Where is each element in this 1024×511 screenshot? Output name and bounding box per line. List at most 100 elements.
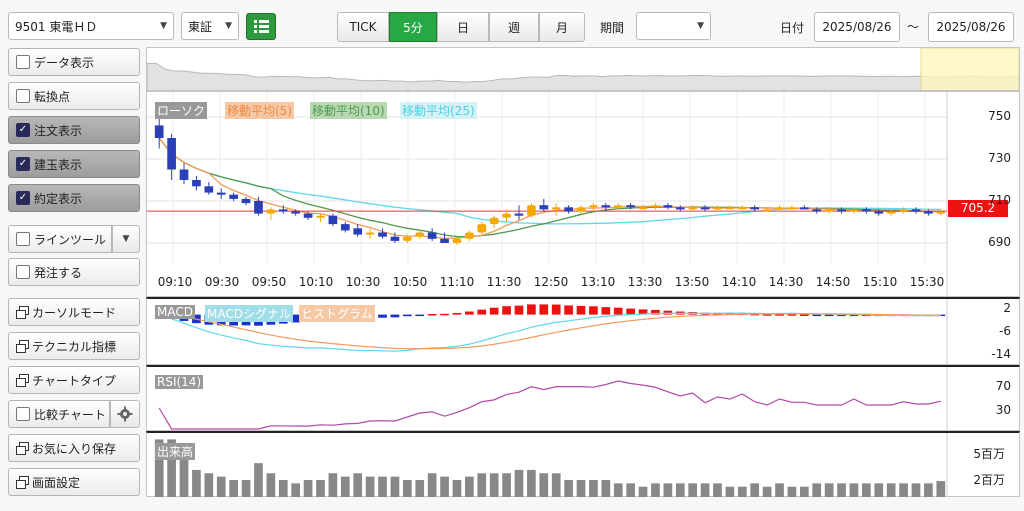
screen-settings-label: 画面設定 [32, 475, 81, 490]
volume-bar [725, 486, 735, 497]
candle-body [179, 169, 189, 180]
volume-bar [465, 476, 474, 497]
line-tool-label: ラインツール [34, 232, 107, 247]
price-chart [147, 92, 948, 298]
volume-bar [477, 473, 487, 497]
tab-week[interactable]: 週 [489, 12, 539, 42]
x-tick-label: 14:10 [721, 275, 757, 289]
tab-label: 日 [456, 20, 469, 35]
volume-bar [241, 479, 251, 497]
volume-panel[interactable]: 出来高 5百万 2百万 [146, 431, 1020, 497]
volume-bar [663, 483, 673, 497]
position-display-label: 建玉表示 [34, 157, 83, 172]
tab-5min[interactable]: 5分 [389, 12, 437, 42]
candle-body [254, 201, 263, 214]
order-display-toggle[interactable]: ✓ 注文表示 [8, 116, 140, 144]
candle-body [626, 205, 635, 208]
data-display-toggle[interactable]: データ表示 [8, 48, 140, 76]
market-select[interactable]: 東証 ▼ [181, 12, 239, 40]
candle-body [266, 209, 276, 214]
y-tick-label: 2百万 [973, 473, 1005, 488]
volume-bar [527, 469, 536, 497]
volume-bar [551, 473, 561, 497]
compare-chart-toggle[interactable]: 比較チャート [8, 400, 110, 428]
turning-point-toggle[interactable]: 転換点 [8, 82, 140, 110]
volume-bar [874, 483, 884, 497]
candle-body [688, 207, 698, 210]
chart-type-button[interactable]: チャートタイプ [8, 366, 140, 394]
position-display-toggle[interactable]: ✓ 建玉表示 [8, 150, 140, 178]
candle-body [291, 211, 301, 214]
volume-bar [216, 476, 226, 497]
volume-bar [849, 483, 859, 497]
histogram-bar [514, 305, 524, 315]
date-to-input[interactable]: 2025/08/26 [928, 12, 1014, 42]
volume-bar [328, 473, 338, 497]
compare-settings-button[interactable] [110, 400, 140, 428]
macd-panel[interactable]: MACD MACDシグナル ヒストグラム 2 -6 -14 [146, 297, 1020, 365]
technical-indicator-button[interactable]: テクニカル指標 [8, 332, 140, 360]
rsi-line [158, 380, 941, 430]
tab-day[interactable]: 日 [437, 12, 489, 42]
overview-selection[interactable] [920, 48, 1019, 91]
volume-bar [415, 479, 425, 497]
candle-body [725, 207, 735, 210]
volume-bar [378, 476, 387, 497]
volume-bar [576, 479, 586, 497]
legend-volume: 出来高 [155, 443, 196, 460]
screen-settings-button[interactable]: 画面設定 [8, 468, 140, 496]
date-from-input[interactable]: 2025/08/26 [814, 12, 900, 42]
execution-display-toggle[interactable]: ✓ 約定表示 [8, 184, 140, 212]
candle-body [812, 209, 822, 212]
place-order-label: 発注する [34, 265, 83, 280]
cursor-mode-button[interactable]: カーソルモード [8, 298, 140, 326]
y-tick-label: 690 [988, 235, 1011, 249]
x-tick-label: 12:50 [533, 275, 569, 289]
histogram-bar [415, 314, 425, 317]
volume-bar [316, 479, 325, 497]
histogram-bar [589, 306, 598, 315]
volume-bar [924, 483, 933, 497]
tab-tick[interactable]: TICK [337, 12, 389, 42]
tab-month[interactable]: 月 [539, 12, 585, 42]
candle-body [229, 194, 238, 199]
x-tick-label: 11:10 [439, 275, 475, 289]
checkbox-icon [16, 232, 30, 246]
stock-select-value: 9501 東電ＨＤ [15, 19, 98, 34]
compare-chart-label: 比較チャート [34, 407, 106, 422]
tab-label: 月 [555, 20, 568, 35]
line-tool-dropdown[interactable]: ▼ [112, 225, 140, 253]
checkbox-checked-icon: ✓ [16, 123, 30, 137]
volume-bar [737, 486, 747, 497]
histogram-bar [440, 313, 449, 316]
place-order-toggle[interactable]: 発注する [8, 258, 140, 286]
candle-body [824, 209, 834, 212]
volume-chart [154, 433, 948, 497]
legend-rsi: RSI(14) [155, 375, 204, 389]
stock-select[interactable]: 9501 東電ＨＤ ▼ [8, 12, 174, 40]
date-label: 日付 [780, 21, 805, 35]
histogram-bar [527, 304, 536, 315]
volume-bar [601, 479, 611, 497]
volume-bar [402, 479, 412, 497]
candle-body [378, 232, 387, 237]
legend-histogram: ヒストグラム [299, 305, 375, 322]
volume-bar [675, 483, 685, 497]
histogram-bar [613, 307, 623, 315]
histogram-bar [489, 307, 499, 315]
line-tool-toggle[interactable]: ラインツール [8, 225, 112, 253]
list-menu-button[interactable] [246, 13, 276, 40]
volume-bar [899, 483, 908, 497]
candle-body [713, 207, 722, 210]
histogram-bar [465, 311, 474, 315]
candle-body [278, 209, 288, 212]
candle-body [799, 207, 809, 210]
overview-navigator[interactable] [146, 47, 1020, 91]
histogram-bar [564, 305, 573, 315]
x-tick-label: 10:10 [298, 275, 334, 289]
rsi-panel[interactable]: RSI(14) 70 30 [146, 365, 1020, 431]
period-select[interactable]: ▼ [636, 12, 711, 40]
save-favorite-button[interactable]: お気に入り保存 [8, 434, 140, 462]
candle-body [427, 232, 437, 239]
price-chart-panel[interactable]: ローソク 移動平均(5) 移動平均(10) 移動平均(25) 705.2 750… [146, 91, 1020, 298]
